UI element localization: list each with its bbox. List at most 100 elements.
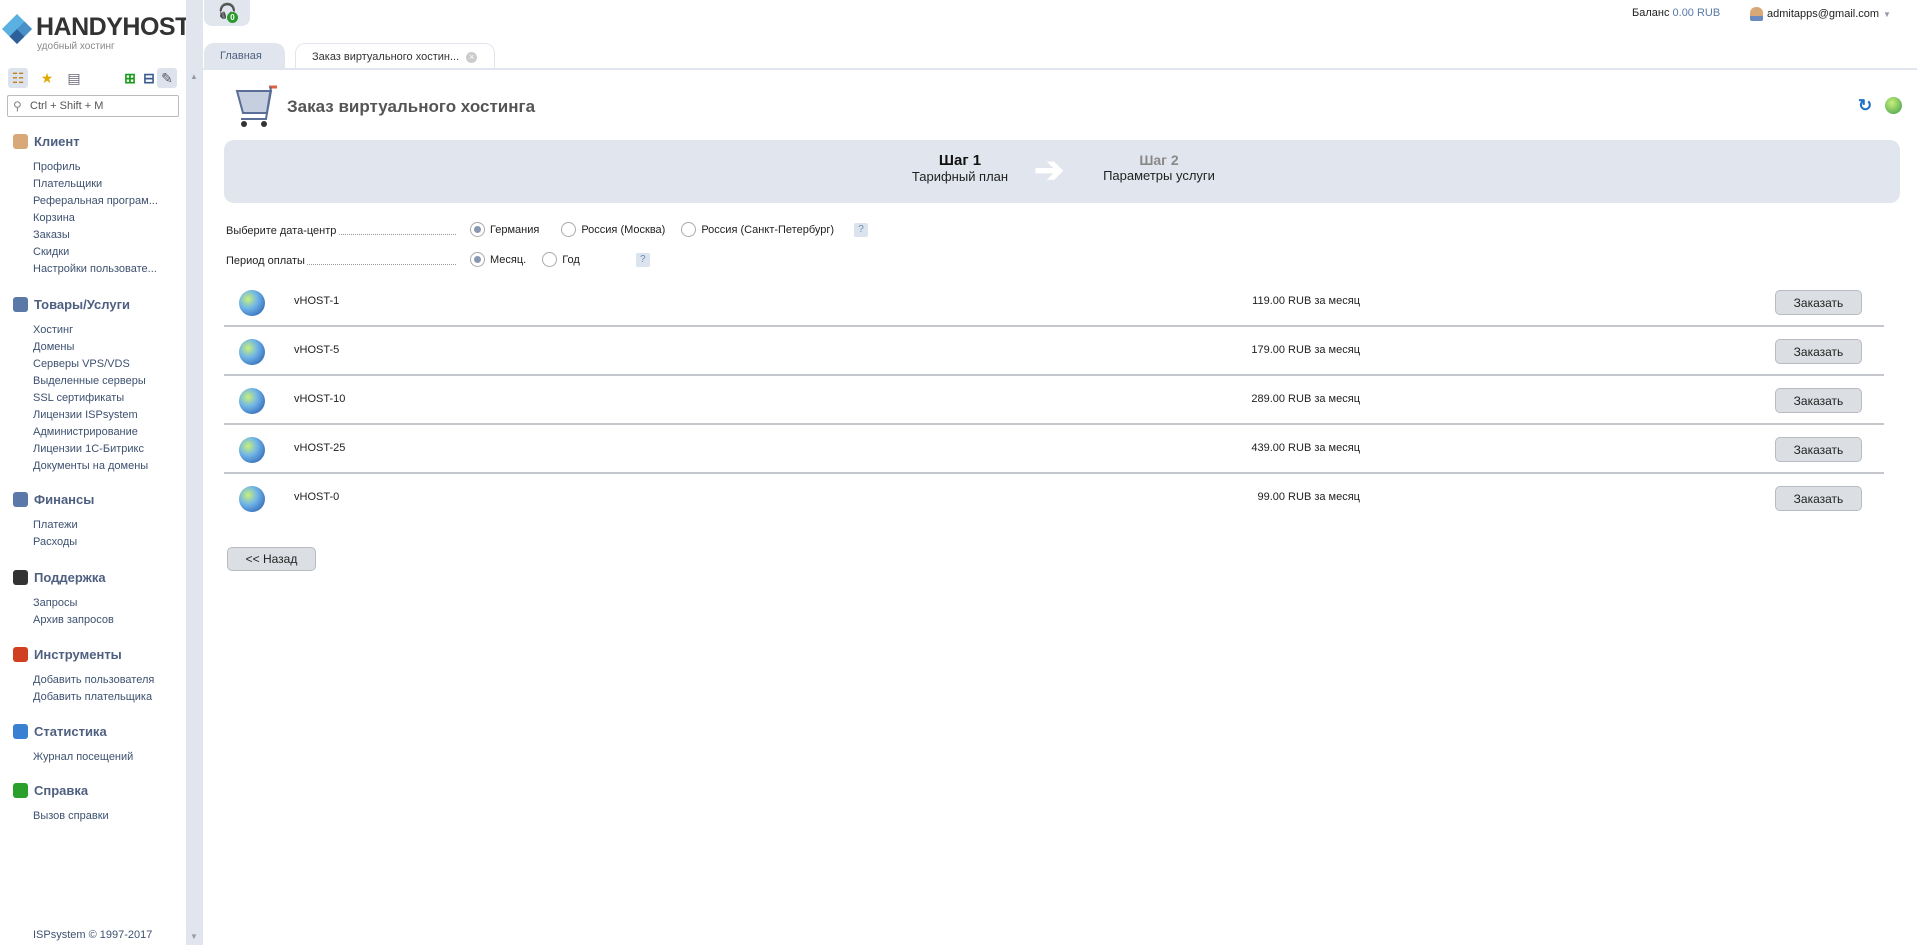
support-count-badge: 0 — [227, 12, 238, 23]
balance: Баланс 0.00 RUB — [1632, 7, 1720, 19]
sidebar-section-6[interactable]: Справка — [13, 783, 88, 798]
sidebar-item[interactable]: Профиль — [33, 161, 81, 173]
pie-chart-icon — [13, 724, 28, 739]
favorites-star-icon[interactable]: ★ — [37, 68, 57, 88]
print-globe-icon[interactable] — [1885, 97, 1902, 114]
plan-price: 289.00 RUB за месяц — [1251, 393, 1360, 405]
plan-price: 439.00 RUB за месяц — [1251, 442, 1360, 454]
step-1: Шаг 1 Тарифный план — [900, 152, 1020, 184]
scroll-up-arrow-icon[interactable]: ▲ — [190, 72, 198, 81]
briefcase-icon[interactable]: ▤ — [64, 68, 84, 88]
order-button[interactable]: Заказать — [1775, 290, 1862, 315]
sidebar-section-3[interactable]: Поддержка — [13, 570, 106, 585]
sidebar-section-2[interactable]: Финансы — [13, 492, 94, 507]
help-icon[interactable]: ? — [635, 252, 650, 267]
sidebar-item[interactable]: Запросы — [33, 597, 77, 609]
sidebar-item[interactable]: Хостинг — [33, 324, 73, 336]
order-button[interactable]: Заказать — [1775, 339, 1862, 364]
balance-value: 0.00 RUB — [1672, 7, 1721, 19]
sidebar-item[interactable]: Серверы VPS/VDS — [33, 358, 130, 370]
globe-icon — [239, 437, 265, 463]
sidebar-item[interactable]: Домены — [33, 341, 74, 353]
plan-price: 99.00 RUB за месяц — [1257, 491, 1360, 503]
scroll-down-arrow-icon[interactable]: ▼ — [190, 932, 198, 941]
sidebar: HANDYHOST удобный хостинг ☷ ★ ▤ ⊞ ⊟ ✎ ⚲ … — [0, 0, 190, 945]
refresh-icon[interactable]: ↻ — [1858, 96, 1872, 116]
radio-period-month[interactable]: Месяц. — [470, 252, 526, 267]
plan-row: vHOST-5 179.00 RUB за месяц Заказать — [224, 327, 1884, 376]
tree-view-icon[interactable]: ☷ — [8, 68, 28, 88]
headset-icon — [13, 570, 28, 585]
sidebar-item[interactable]: Платежи — [33, 519, 78, 531]
sidebar-item[interactable]: Скидки — [33, 246, 69, 258]
shopping-cart-icon — [235, 85, 277, 127]
step-2: Шаг 2 Параметры услуги — [1094, 152, 1224, 183]
radio-datacenter-moscow[interactable]: Россия (Москва) — [561, 222, 665, 237]
sidebar-item[interactable]: Добавить пользователя — [33, 674, 154, 686]
wizard-steps: Шаг 1 Тарифный план ➔ Шаг 2 Параметры ус… — [224, 140, 1900, 203]
sidebar-item[interactable]: Вызов справки — [33, 810, 109, 822]
logo-icon — [2, 14, 32, 44]
sidebar-item[interactable]: Выделенные серверы — [33, 375, 146, 387]
sidebar-item[interactable]: Реферальная програм... — [33, 195, 158, 207]
step-2-label: Параметры услуги — [1103, 168, 1215, 183]
support-button[interactable]: 🎧 0 — [204, 0, 250, 26]
sidebar-item[interactable]: Расходы — [33, 536, 77, 548]
sidebar-item[interactable]: Плательщики — [33, 178, 102, 190]
section-title: Статистика — [34, 724, 107, 739]
section-title: Инструменты — [34, 647, 122, 662]
sidebar-section-4[interactable]: Инструменты — [13, 647, 122, 662]
sidebar-item[interactable]: Заказы — [33, 229, 70, 241]
tab-hosting-order[interactable]: Заказ виртуального хостин... × — [295, 43, 495, 69]
sidebar-item[interactable]: Добавить плательщика — [33, 691, 152, 703]
sidebar-item[interactable]: SSL сертификаты — [33, 392, 124, 404]
step-1-label: Тарифный план — [911, 169, 1009, 184]
search-placeholder: Ctrl + Shift + M — [30, 100, 104, 112]
radio-datacenter-germany[interactable]: Германия — [470, 222, 539, 237]
sidebar-item[interactable]: Администрирование — [33, 426, 138, 438]
section-title: Клиент — [34, 134, 80, 149]
radio-period-year[interactable]: Год — [542, 252, 580, 267]
period-label: Период оплаты — [226, 255, 456, 267]
order-button[interactable]: Заказать — [1775, 486, 1862, 511]
sidebar-item[interactable]: Лицензии ISPsystem — [33, 409, 138, 421]
sidebar-item[interactable]: Настройки пользовате... — [33, 263, 157, 275]
sidebar-item[interactable]: Лицензии 1С-Битрикс — [33, 443, 144, 455]
close-tab-icon[interactable]: × — [466, 52, 478, 63]
sidebar-section-5[interactable]: Статистика — [13, 724, 107, 739]
globe-icon — [239, 339, 265, 365]
radio-datacenter-spb[interactable]: Россия (Санкт-Петербург) — [681, 222, 834, 237]
datacenter-label: Выберите дата-центр — [226, 225, 456, 237]
sidebar-item[interactable]: Журнал посещений — [33, 751, 133, 763]
user-icon — [1750, 7, 1763, 21]
tab-home[interactable]: Главная — [204, 43, 285, 69]
pin-icon[interactable]: ✎ — [157, 68, 177, 88]
period-radio-group: Месяц. Год ? — [470, 252, 650, 267]
plan-row: vHOST-1 119.00 RUB за месяц Заказать — [224, 278, 1884, 327]
user-menu[interactable]: admitapps@gmail.com ▼ — [1750, 7, 1891, 21]
plan-name: vHOST-5 — [294, 344, 340, 356]
expand-all-icon[interactable]: ⊞ — [120, 68, 140, 88]
menu-search-input[interactable]: ⚲ Ctrl + Shift + M — [7, 95, 179, 117]
plan-name: vHOST-25 — [294, 442, 346, 454]
section-title: Товары/Услуги — [34, 297, 130, 312]
sidebar-item[interactable]: Корзина — [33, 212, 75, 224]
section-title: Справка — [34, 783, 89, 798]
plan-name: vHOST-0 — [294, 491, 340, 503]
help-icon[interactable]: ? — [854, 222, 869, 237]
page-title: Заказ виртуального хостинга — [287, 97, 536, 116]
collapse-all-icon[interactable]: ⊟ — [139, 68, 159, 88]
globe-icon — [239, 290, 265, 316]
sidebar-section-1[interactable]: Товары/Услуги — [13, 297, 130, 312]
order-button[interactable]: Заказать — [1775, 437, 1862, 462]
sidebar-scrollbar[interactable]: ▲ ▼ — [186, 0, 203, 945]
plan-name: vHOST-1 — [294, 295, 340, 307]
plan-name: vHOST-10 — [294, 393, 346, 405]
section-title: Финансы — [34, 492, 95, 507]
order-button[interactable]: Заказать — [1775, 388, 1862, 413]
sidebar-section-0[interactable]: Клиент — [13, 134, 80, 149]
back-button[interactable]: << Назад — [227, 547, 316, 571]
sidebar-item[interactable]: Документы на домены — [33, 460, 148, 472]
sidebar-item[interactable]: Архив запросов — [33, 614, 114, 626]
globe-icon — [239, 388, 265, 414]
